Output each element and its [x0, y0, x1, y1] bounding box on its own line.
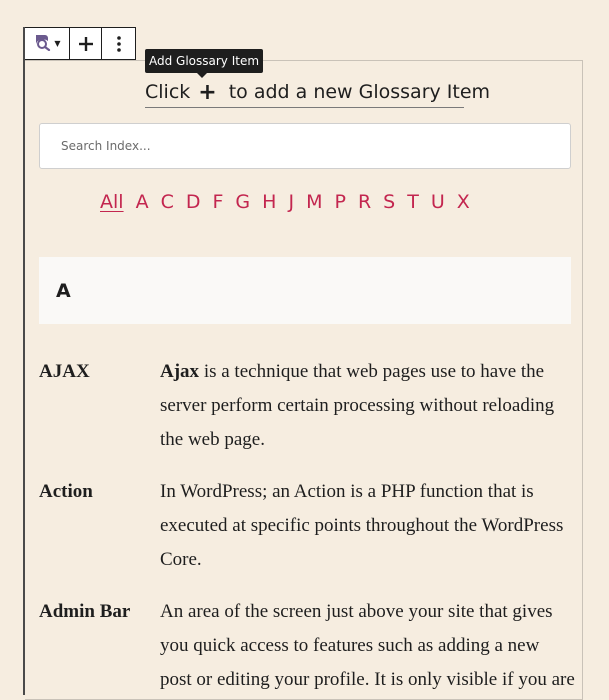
definition-text: is a technique that web pages use to hav… — [160, 361, 555, 451]
alphabet-filter: All A C D F G H J M P R S T U X — [100, 189, 482, 215]
hint-text-before: Click — [145, 81, 191, 103]
glossary-term: Action — [39, 481, 93, 502]
hint-plus-icon: + — [198, 79, 217, 105]
letter-filter-m[interactable]: M — [306, 191, 322, 213]
letter-filter-j[interactable]: J — [288, 191, 294, 213]
search-placeholder: Search Index... — [61, 139, 151, 153]
letter-filter-d[interactable]: D — [186, 191, 201, 213]
glossary-definition: In WordPress; an Action is a PHP functio… — [160, 475, 575, 578]
plus-icon — [78, 36, 93, 51]
letter-filter-all[interactable]: All — [100, 191, 124, 213]
letter-filter-f[interactable]: F — [212, 191, 223, 213]
letter-filter-t[interactable]: T — [407, 191, 419, 213]
section-heading-a: A — [39, 257, 571, 324]
glossary-term: Admin Bar — [39, 601, 131, 622]
definition-text: An area of the screen just above your si… — [160, 601, 575, 691]
letter-filter-x[interactable]: X — [457, 191, 470, 213]
more-options-button[interactable] — [102, 28, 135, 59]
glossary-definition: Ajax is a technique that web pages use t… — [160, 355, 575, 458]
add-item-hint: Click + to add a new Glossary Item — [145, 77, 490, 108]
search-index-input[interactable]: Search Index... — [39, 123, 571, 169]
letter-filter-a[interactable]: A — [136, 191, 149, 213]
letter-filter-r[interactable]: R — [358, 191, 371, 213]
more-vertical-icon — [116, 35, 121, 52]
glossary-search-icon — [33, 33, 51, 55]
add-glossary-item-button[interactable] — [70, 28, 102, 59]
block-type-switcher[interactable]: ▼ — [25, 28, 70, 59]
definition-text: In WordPress; an Action is a PHP functio… — [160, 481, 564, 571]
letter-filter-p[interactable]: P — [334, 191, 345, 213]
letter-filter-h[interactable]: H — [262, 191, 276, 213]
letter-filter-c[interactable]: C — [161, 191, 174, 213]
hint-text-after: to add a new Glossary Item — [228, 81, 491, 103]
chevron-down-icon: ▼ — [54, 39, 61, 48]
block-toolbar: ▼ — [25, 27, 136, 60]
letter-filter-u[interactable]: U — [431, 191, 445, 213]
glossary-definition: An area of the screen just above your si… — [160, 595, 575, 698]
add-glossary-item-tooltip: Add Glossary Item — [145, 49, 263, 78]
definition-bold-term: Ajax — [160, 361, 200, 382]
letter-filter-s[interactable]: S — [383, 191, 395, 213]
glossary-term: AJAX — [39, 361, 90, 382]
letter-filter-g[interactable]: G — [235, 191, 250, 213]
